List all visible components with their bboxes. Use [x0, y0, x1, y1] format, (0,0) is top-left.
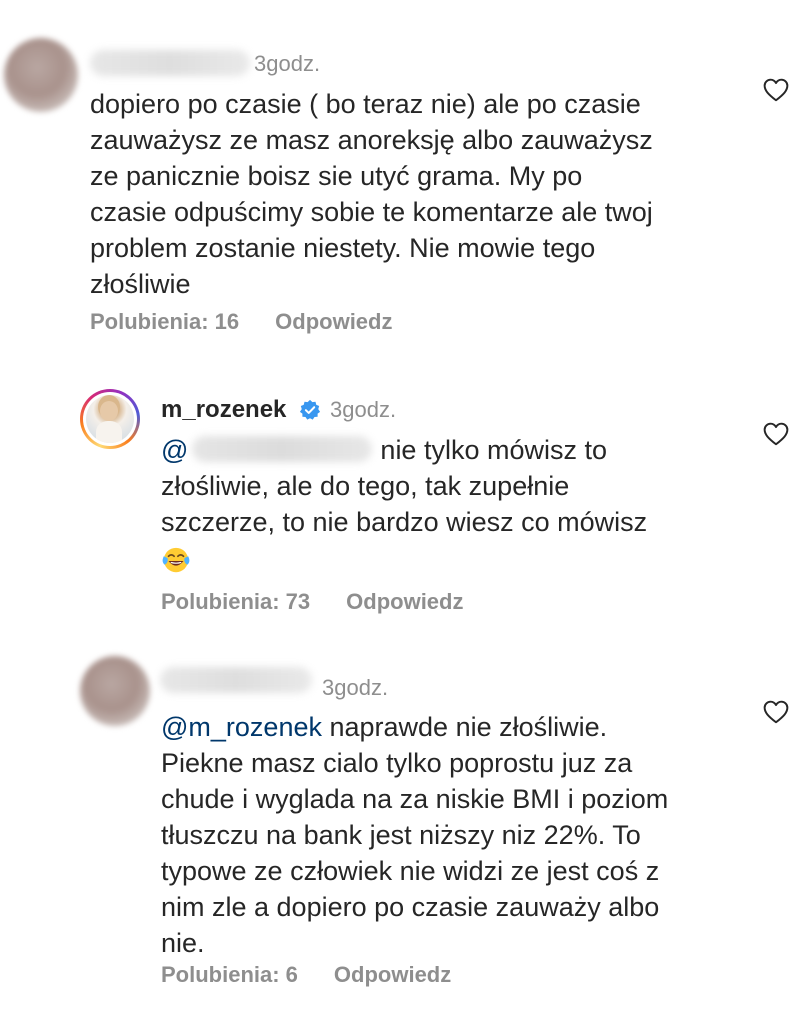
comment-line: tłuszczu na bank jest niższy niz 22%. To: [161, 820, 641, 850]
comment-line: Piekne masz cialo tylko poprostu juz za: [161, 748, 633, 778]
comment-line: nim zle a dopiero po czasie zauważy albo: [161, 892, 660, 922]
comment-line-rest: naprawde nie złośliwie.: [321, 712, 608, 742]
username-redacted[interactable]: [160, 667, 312, 693]
comment-line: nie.: [161, 928, 205, 958]
comment-line: typowe ze człowiek nie widzi ze jest coś…: [161, 856, 660, 886]
heart-outline-icon[interactable]: [763, 700, 789, 724]
comment-line-first: @m_rozenek naprawde nie złośliwie.: [161, 709, 668, 745]
comment-3: 3godz. @m_rozenek naprawde nie złośliwie…: [0, 0, 810, 1025]
comment-time: 3godz.: [322, 675, 389, 700]
avatar[interactable]: [80, 656, 150, 726]
likes-count[interactable]: Polubienia: 6: [161, 962, 298, 987]
comment-line: chude i wyglada na za niskie BMI i pozio…: [161, 784, 669, 814]
mention-link[interactable]: @m_rozenek: [161, 712, 322, 742]
comment-actions: Polubienia: 6 Odpowiedz: [161, 962, 451, 988]
reply-button[interactable]: Odpowiedz: [334, 962, 451, 987]
comment-text: @m_rozenek naprawde nie złośliwie. Piekn…: [161, 709, 668, 961]
